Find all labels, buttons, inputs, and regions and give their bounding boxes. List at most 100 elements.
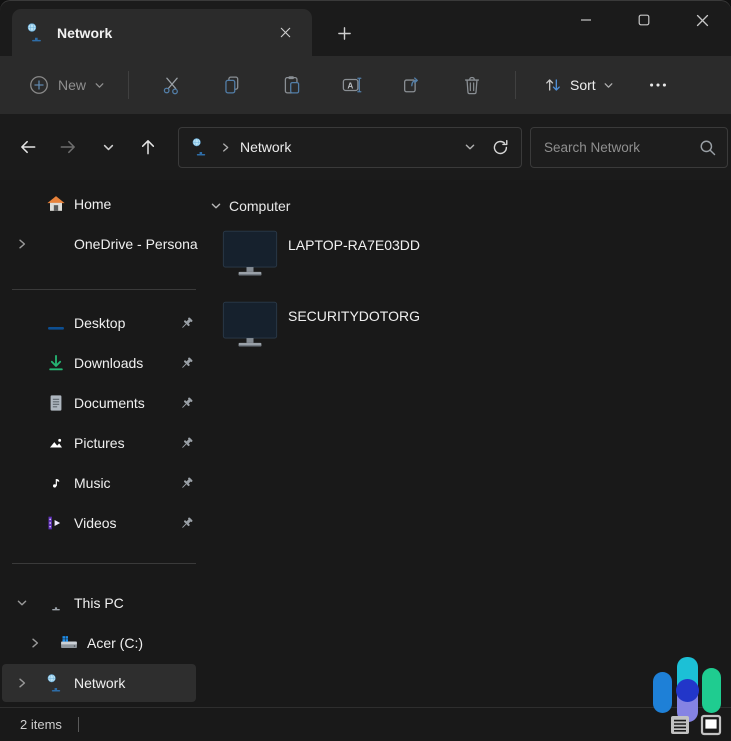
maximize-button[interactable] [615, 0, 673, 40]
pin-icon [179, 476, 194, 491]
computer-name: LAPTOP-RA7E03DD [288, 237, 421, 253]
copy-button[interactable] [210, 65, 254, 105]
plus-circle-icon [28, 74, 50, 96]
chevron-right-icon[interactable] [16, 677, 32, 689]
minimize-button[interactable] [557, 0, 615, 40]
close-button[interactable] [673, 0, 731, 40]
document-icon [46, 393, 66, 413]
computer-group-header[interactable]: Computer [210, 198, 290, 214]
music-icon [46, 473, 66, 493]
tab-label: Network [57, 24, 113, 41]
sidebar-divider [12, 563, 196, 564]
sidebar-item-onedrive[interactable]: OneDrive - Persona [2, 225, 198, 263]
statusbar-divider [77, 717, 79, 732]
new-button-label: New [58, 77, 87, 93]
cut-button[interactable] [150, 65, 194, 105]
sort-button[interactable]: Sort [533, 65, 624, 105]
new-tab-button[interactable] [330, 20, 358, 46]
sidebar-item-music[interactable]: Music [2, 464, 196, 502]
items-count: 2 items [20, 717, 62, 732]
chevron-down-icon [102, 141, 115, 154]
sidebar-item-documents[interactable]: Documents [2, 384, 196, 422]
pin-icon [179, 356, 194, 371]
window-controls [557, 0, 731, 40]
chevron-right-icon[interactable] [29, 637, 45, 649]
sort-button-label: Sort [570, 77, 596, 93]
rename-button[interactable] [330, 65, 374, 105]
delete-button[interactable] [450, 65, 494, 105]
minimize-icon [580, 14, 592, 26]
paste-button[interactable] [270, 65, 314, 105]
chevron-down-icon [94, 80, 105, 91]
details-view-icon [668, 713, 692, 737]
sidebar-item-home[interactable]: Home [2, 185, 196, 223]
group-label: Computer [229, 198, 291, 214]
desktop-icon [46, 313, 66, 333]
share-button[interactable] [390, 65, 434, 105]
chevron-down-icon [603, 80, 614, 91]
see-more-button[interactable] [636, 65, 680, 105]
status-bar: 2 items [0, 707, 731, 741]
computer-monitor-icon [222, 228, 278, 279]
sidebar-item-label: Videos [74, 515, 117, 531]
view-toggle-group [667, 711, 724, 738]
command-bar: New Sort [0, 56, 731, 114]
sidebar-item-label: Network [74, 675, 126, 691]
navigation-pane: Home OneDrive - Persona Desktop Download… [0, 180, 200, 707]
sidebar-item-desktop[interactable]: Desktop [2, 304, 196, 342]
sidebar-item-label: This PC [74, 595, 124, 611]
sidebar-item-videos[interactable]: Videos [2, 504, 196, 542]
sidebar-item-this-pc[interactable]: This PC [2, 584, 196, 622]
forward-button[interactable] [48, 129, 88, 165]
network-icon [26, 22, 47, 43]
search-icon[interactable] [698, 138, 717, 157]
close-icon [280, 27, 291, 38]
sidebar-item-label: OneDrive - Persona [74, 236, 198, 252]
sidebar-item-label: Documents [74, 395, 145, 411]
network-icon [46, 673, 66, 693]
large-icons-view-button[interactable] [698, 711, 724, 738]
computer-item-laptop[interactable]: LAPTOP-RA7E03DD [222, 228, 642, 286]
breadcrumb-chevron-icon [220, 142, 231, 153]
search-box [530, 126, 728, 168]
file-explorer-window: Network New Sort Network Search Network … [0, 0, 731, 741]
sort-icon [543, 75, 563, 95]
address-bar[interactable]: Network [178, 126, 522, 168]
sidebar-item-network[interactable]: Network [2, 664, 196, 702]
share-icon [401, 74, 423, 96]
paste-icon [281, 74, 303, 96]
this-pc-icon [46, 593, 66, 613]
chevron-right-icon[interactable] [16, 238, 32, 250]
tab-close-button[interactable] [272, 20, 298, 46]
cut-icon [161, 74, 183, 96]
close-icon [696, 14, 709, 27]
sidebar-item-pictures[interactable]: Pictures [2, 424, 196, 462]
titlebar: Network [0, 0, 731, 56]
download-icon [46, 353, 66, 373]
chevron-down-icon [210, 200, 222, 212]
back-button[interactable] [8, 129, 48, 165]
arrow-left-icon [18, 137, 38, 157]
sidebar-item-label: Desktop [74, 315, 126, 331]
computer-item-securitydotorg[interactable]: SECURITYDOTORG [222, 299, 642, 357]
sidebar-item-acer-c[interactable]: Acer (C:) [2, 624, 196, 662]
pin-icon [179, 516, 194, 531]
trash-icon [461, 74, 483, 96]
recent-locations-button[interactable] [88, 129, 128, 165]
refresh-button[interactable] [483, 130, 517, 164]
sidebar-item-label: Pictures [74, 435, 125, 451]
chevron-down-icon[interactable] [16, 597, 32, 609]
address-dropdown-button[interactable] [457, 141, 483, 153]
pictures-icon [46, 433, 66, 453]
tab-network[interactable]: Network [12, 9, 312, 56]
breadcrumb-network[interactable]: Network [240, 139, 291, 155]
new-button[interactable]: New [18, 65, 115, 105]
sidebar-item-downloads[interactable]: Downloads [2, 344, 196, 382]
search-input[interactable] [544, 139, 698, 155]
up-button[interactable] [128, 129, 168, 165]
refresh-icon [491, 138, 510, 157]
details-view-button[interactable] [667, 711, 693, 738]
large-icons-view-icon [699, 713, 723, 737]
rename-icon [341, 74, 363, 96]
computer-name: SECURITYDOTORG [288, 308, 420, 324]
